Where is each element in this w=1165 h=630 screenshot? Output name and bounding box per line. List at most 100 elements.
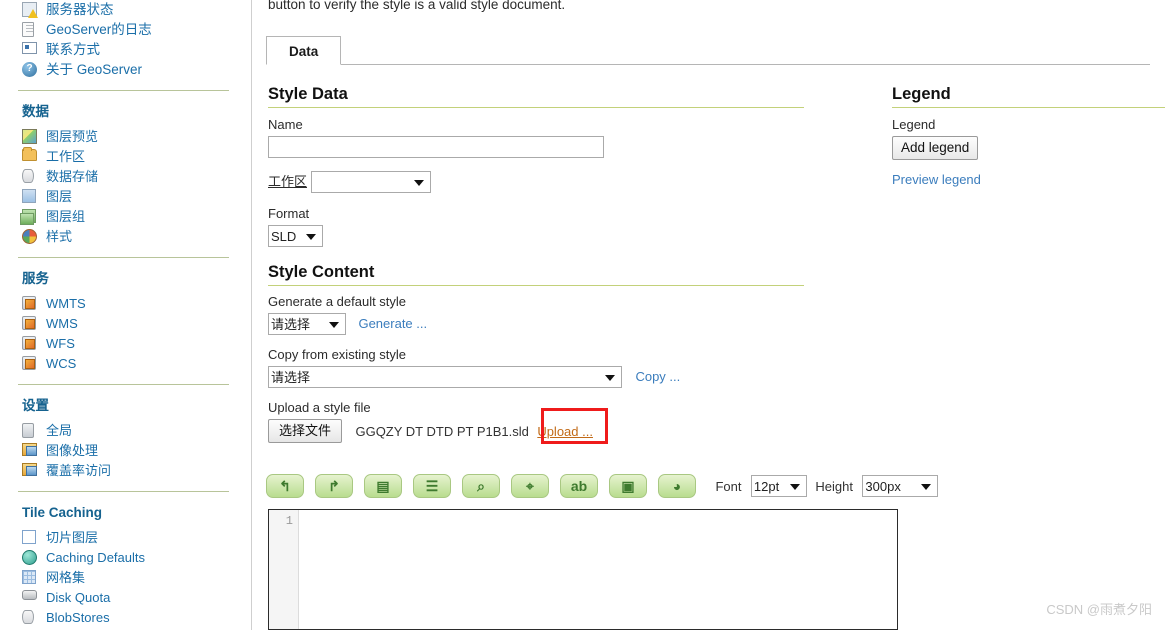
wcs-service-icon bbox=[22, 356, 38, 372]
toolbar-button-glyph: ☰ bbox=[425, 478, 439, 494]
sidebar-item-图层预览[interactable]: 图层预览 bbox=[0, 127, 251, 147]
sidebar-group-list: 图层预览工作区数据存储图层图层组样式 bbox=[0, 127, 251, 247]
sidebar-item-网格集[interactable]: 网格集 bbox=[0, 568, 251, 588]
sidebar-item-3[interactable]: 联系方式 bbox=[0, 40, 251, 60]
sidebar-item-Disk Quota[interactable]: Disk Quota bbox=[0, 588, 251, 608]
replace-icon[interactable]: ab bbox=[560, 474, 598, 498]
workspace-select[interactable] bbox=[311, 171, 432, 193]
workspace-select-wrap[interactable] bbox=[311, 171, 432, 193]
sidebar-item-label: 工作区 bbox=[46, 149, 86, 164]
upload-label: Upload a style file bbox=[268, 400, 371, 415]
legend-title: Legend bbox=[892, 85, 951, 103]
tab-bar: Data bbox=[266, 36, 1150, 65]
sidebar-item-2[interactable]: GeoServer的日志 bbox=[0, 20, 251, 40]
generate-label: Generate a default style bbox=[268, 294, 407, 309]
sidebar-item-数据存储[interactable]: 数据存储 bbox=[0, 167, 251, 187]
sidebar-top-list: 服务器状态 GeoServer的日志联系方式关于 GeoServer bbox=[0, 0, 251, 80]
sidebar-item-label: 样式 bbox=[46, 229, 73, 244]
goto-line-icon[interactable]: ▤ bbox=[364, 474, 402, 498]
redo-icon[interactable]: ↱ bbox=[315, 474, 353, 498]
style-palette-icon bbox=[22, 229, 38, 245]
upload-row: 选择文件 GGQZY DT DTD PT P1B1.sld Upload ... bbox=[268, 419, 804, 443]
sidebar-item-label: 切片图层 bbox=[46, 530, 99, 545]
line-number: 1 bbox=[285, 514, 293, 528]
sidebar-divider bbox=[18, 384, 229, 385]
sidebar-item-全局[interactable]: 全局 bbox=[0, 421, 251, 441]
find-next-icon[interactable]: ⌖ bbox=[511, 474, 549, 498]
copy-select[interactable]: 请选择 bbox=[268, 366, 622, 388]
sidebar-item-label: 图层预览 bbox=[46, 129, 99, 144]
sidebar-item-label: 图层 bbox=[46, 189, 73, 204]
sidebar-item-样式[interactable]: 样式 bbox=[0, 227, 251, 247]
generate-select[interactable]: 请选择 bbox=[268, 313, 346, 335]
sidebar-item-Caching Defaults[interactable]: Caching Defaults bbox=[0, 548, 251, 568]
sidebar-item-label: 网格集 bbox=[46, 570, 86, 585]
sidebar-divider bbox=[18, 257, 229, 258]
height-select-wrap[interactable]: 300px bbox=[862, 475, 939, 497]
workspace-folder-icon bbox=[22, 147, 38, 165]
sidebar-item-WMTS[interactable]: WMTS bbox=[0, 294, 251, 314]
sidebar: 服务器状态 GeoServer的日志联系方式关于 GeoServer 数据图层预览… bbox=[0, 0, 252, 630]
add-legend-button[interactable]: Add legend bbox=[892, 136, 979, 160]
sidebar-item-WCS[interactable]: WCS bbox=[0, 354, 251, 374]
format-select[interactable]: SLD bbox=[268, 225, 323, 248]
code-textarea[interactable] bbox=[300, 510, 897, 629]
font-select[interactable]: 12pt bbox=[750, 475, 807, 497]
copy-select-wrap[interactable]: 请选择 bbox=[268, 366, 622, 388]
sidebar-item-label: 图层组 bbox=[46, 209, 86, 224]
style-data-rule bbox=[268, 107, 804, 108]
about-help-icon bbox=[22, 61, 38, 78]
style-data-title: Style Data bbox=[268, 85, 348, 103]
font-select-wrap[interactable]: 12pt bbox=[750, 475, 807, 497]
layer-group-icon bbox=[20, 209, 38, 225]
legend-field-label: Legend bbox=[892, 117, 936, 132]
generate-select-wrap[interactable]: 请选择 bbox=[268, 313, 346, 335]
font-label: Font bbox=[715, 478, 742, 494]
upload-link[interactable]: Upload ... bbox=[537, 424, 593, 439]
selected-file-name: GGQZY DT DTD PT P1B1.sld bbox=[355, 423, 529, 439]
global-settings-icon bbox=[22, 423, 38, 439]
sidebar-item-覆盖率访问[interactable]: 覆盖率访问 bbox=[0, 461, 251, 481]
sidebar-item-WMS[interactable]: WMS bbox=[0, 314, 251, 334]
color-palette-icon[interactable]: ◕ bbox=[658, 474, 696, 498]
sidebar-item-切片图层[interactable]: 切片图层 bbox=[0, 528, 251, 548]
choose-file-button[interactable]: 选择文件 bbox=[268, 419, 343, 443]
style-data-section: Style Data Name 工作区 Format SLD bbox=[268, 84, 804, 248]
sidebar-group-title: 服务 bbox=[22, 271, 49, 286]
page-root: 服务器状态 GeoServer的日志联系方式关于 GeoServer 数据图层预览… bbox=[0, 0, 1165, 630]
gridsets-icon bbox=[22, 570, 38, 586]
style-content-rule bbox=[268, 285, 804, 286]
sidebar-item-BlobStores[interactable]: BlobStores bbox=[0, 608, 251, 628]
undo-icon[interactable]: ↰ bbox=[266, 474, 304, 498]
tab-data[interactable]: Data bbox=[266, 36, 342, 65]
preview-legend-link[interactable]: Preview legend bbox=[892, 172, 981, 187]
sidebar-group-title: 数据 bbox=[22, 104, 49, 119]
sidebar-item-图像处理[interactable]: 图像处理 bbox=[0, 441, 251, 461]
sidebar-item-工作区[interactable]: 工作区 bbox=[0, 147, 251, 167]
copy-link[interactable]: Copy ... bbox=[635, 369, 680, 384]
preview-image-icon[interactable]: ▣ bbox=[609, 474, 647, 498]
toolbar-button-glyph: ◕ bbox=[672, 478, 682, 494]
height-select[interactable]: 300px bbox=[862, 475, 939, 497]
sidebar-item-label: WMTS bbox=[46, 296, 86, 311]
toolbar-button-glyph: ↰ bbox=[279, 478, 291, 494]
sidebar-group-list: 切片图层 Caching Defaults 网格集 Disk Quota BlobSto… bbox=[0, 528, 251, 628]
sidebar-item-label: Caching Defaults bbox=[46, 550, 145, 565]
legend-section: Legend Legend Add legend Preview legend bbox=[892, 84, 1165, 189]
sidebar-item-4[interactable]: 关于 GeoServer bbox=[0, 60, 251, 80]
generate-link[interactable]: Generate ... bbox=[358, 316, 427, 331]
sidebar-group-list: WMTS WMS WFS WCS bbox=[0, 294, 251, 374]
style-content-section: Style Content Generate a default style 请… bbox=[268, 262, 804, 443]
format-code-icon[interactable]: ☰ bbox=[413, 474, 451, 498]
sidebar-item-图层组[interactable]: 图层组 bbox=[0, 207, 251, 227]
contact-card-icon bbox=[22, 42, 38, 58]
sidebar-item-1[interactable]: 服务器状态 bbox=[0, 0, 251, 20]
format-select-wrap[interactable]: SLD bbox=[268, 225, 323, 248]
sidebar-item-WFS[interactable]: WFS bbox=[0, 334, 251, 354]
layer-icon bbox=[22, 189, 38, 205]
sidebar-item-label: WFS bbox=[46, 336, 75, 351]
find-icon[interactable]: ⌕ bbox=[462, 474, 500, 498]
code-editor[interactable]: 1 bbox=[268, 509, 898, 630]
sidebar-item-图层[interactable]: 图层 bbox=[0, 187, 251, 207]
name-input[interactable] bbox=[268, 136, 604, 158]
